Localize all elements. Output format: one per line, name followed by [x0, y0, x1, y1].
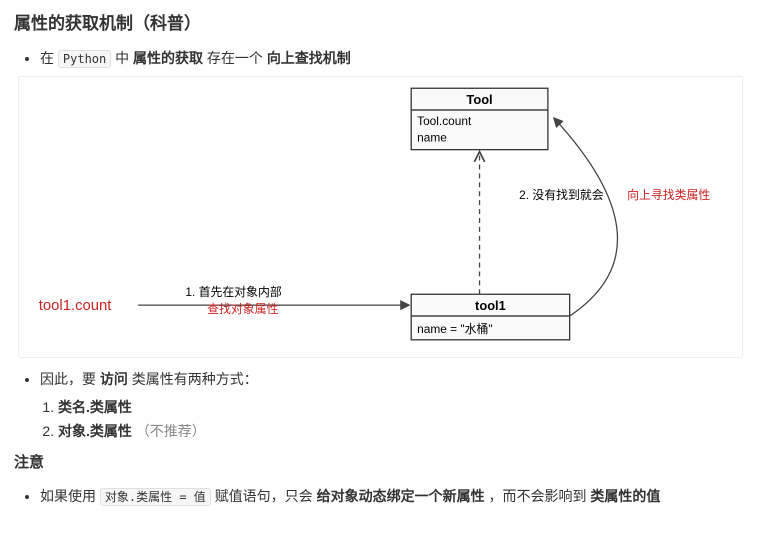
way2-gray: （不推荐） [136, 423, 206, 439]
way1-text: 类名.类属性 [58, 399, 132, 415]
step2-arrow [554, 118, 618, 316]
way-2: 对象.类属性 （不推荐） [58, 420, 747, 442]
tool1-count-label: tool1.count [39, 298, 113, 314]
therefore-suffix: 类属性有两种方式： [132, 371, 258, 387]
diagram-container: Tool Tool.count name tool1 name = "水桶" 2… [18, 76, 743, 358]
note-code: 对象.类属性 = 值 [100, 488, 211, 506]
python-code: Python [58, 50, 111, 68]
tool1-obj-name: tool1 [475, 298, 506, 313]
intro-b2: 向上查找机制 [267, 50, 351, 66]
tool-attr2: name [417, 130, 447, 144]
section-heading: 属性的获取机制（科普） [14, 10, 747, 37]
intro-prefix: 在 [40, 50, 54, 66]
step1-label-b: 查找对象属性 [207, 302, 278, 316]
therefore-b: 访问 [100, 371, 128, 387]
way-1: 类名.类属性 [58, 396, 747, 418]
lookup-diagram: Tool Tool.count name tool1 name = "水桶" 2… [19, 77, 742, 357]
tool1-attr1: name = "水桶" [417, 321, 492, 335]
intro-mid2: 存在一个 [207, 50, 263, 66]
step2-label-b: 向上寻找类属性 [627, 188, 710, 202]
note-bullet: 如果使用 对象.类属性 = 值 赋值语句，只会 给对象动态绑定一个新属性 ，而不… [40, 485, 747, 507]
note-mid2: ，而不会影响到 [488, 488, 586, 504]
therefore-prefix: 因此，要 [40, 371, 96, 387]
note-b1: 给对象动态绑定一个新属性 [317, 488, 485, 504]
note-mid: 赋值语句，只会 [215, 488, 313, 504]
note-prefix: 如果使用 [40, 488, 96, 504]
way2-bold: 对象.类属性 [58, 423, 132, 439]
therefore-bullet: 因此，要 访问 类属性有两种方式： [40, 368, 747, 390]
note-heading: 注意 [14, 451, 747, 475]
intro-mid: 中 [115, 50, 129, 66]
tool-class-name: Tool [466, 92, 492, 107]
step2-label-a: 2. 没有找到就会 [519, 188, 604, 202]
note-b2: 类属性的值 [590, 488, 660, 504]
step1-label-a: 1. 首先在对象内部 [185, 285, 281, 299]
intro-bullet: 在 Python 中 属性的获取 存在一个 向上查找机制 [40, 47, 747, 69]
tool-attr1: Tool.count [417, 113, 472, 127]
intro-b1: 属性的获取 [133, 50, 203, 66]
